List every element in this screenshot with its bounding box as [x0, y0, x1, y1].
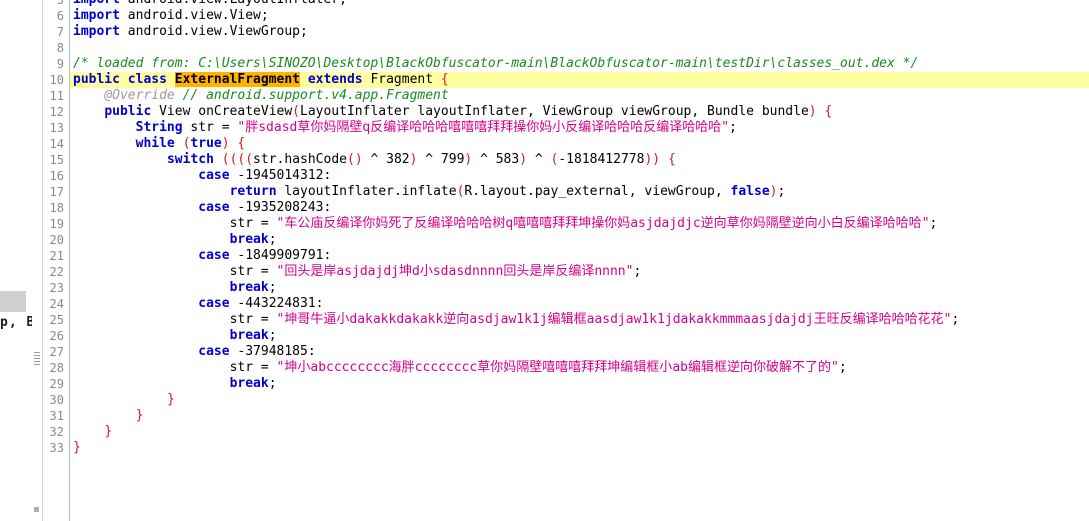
line-number: 6	[56, 9, 64, 23]
line-number: 21	[49, 249, 64, 263]
code-line[interactable]: case -37948185:	[70, 344, 1089, 360]
code-line[interactable]: String str = "胖sdasd草你妈隔壁q反编译哈哈哈嘻嘻嘻拜拜操你妈…	[70, 120, 1089, 136]
code-line[interactable]: str = "回头是岸asjdajdj坤d小sdasdnnnn回头是岸反编译nn…	[70, 264, 1089, 280]
code-line[interactable]: case -1849909791:	[70, 248, 1089, 264]
code-line[interactable]: break;	[70, 376, 1089, 392]
line-number: 14	[49, 137, 64, 151]
code-line[interactable]: import android.view.View;	[70, 8, 1089, 24]
code-line[interactable]: }	[70, 424, 1089, 440]
line-number: 26	[49, 329, 64, 343]
editor-fold-strip[interactable]	[32, 0, 43, 521]
line-number: 16	[49, 169, 64, 183]
popup-gray-swatch	[0, 291, 26, 312]
line-number: 8	[56, 41, 64, 55]
line-number: 11	[49, 89, 64, 103]
code-line[interactable]: case -1945014312:	[70, 168, 1089, 184]
line-number: 32	[49, 425, 64, 439]
line-number: 18	[49, 201, 64, 215]
line-number: 28	[49, 361, 64, 375]
code-line[interactable]: case -443224831:	[70, 296, 1089, 312]
line-number-gutter: 5 6 7 8 9 10 11 12 13 14 15 16 17 18 19 20 21 22 23 24 25 26 2…	[43, 0, 70, 521]
code-line[interactable]: }	[70, 392, 1089, 408]
popup-truncated-text: p, B	[0, 315, 32, 330]
fold-handle-icon[interactable]	[34, 352, 40, 366]
line-number: 19	[49, 217, 64, 231]
line-number: 31	[49, 409, 64, 423]
line-number: 29	[49, 377, 64, 391]
line-number: 30	[49, 393, 64, 407]
code-content-area[interactable]: import android.view.LayoutInflater;impor…	[70, 0, 1089, 521]
line-number: 20	[49, 233, 64, 247]
line-number: 22	[49, 265, 64, 279]
code-line[interactable]: break;	[70, 280, 1089, 296]
line-number: 17	[49, 185, 64, 199]
code-line[interactable]: return layoutInflater.inflate(R.layout.p…	[70, 184, 1089, 200]
code-line[interactable]: public class ExternalFragment extends Fr…	[70, 72, 1089, 88]
fold-end-marker-icon[interactable]	[34, 507, 39, 512]
line-number: 13	[49, 121, 64, 135]
line-number: 12	[49, 105, 64, 119]
code-line[interactable]: str = "车公庙反编译你妈死了反编译哈哈哈树q嘻嘻嘻拜拜坤操你妈asjdaj…	[70, 216, 1089, 232]
code-editor-window: p, B 5 6 7 8 9 10 11 12 13 14 15 16 17 18 19 20 21 22 23 24…	[0, 0, 1089, 521]
code-line[interactable]: while (true) {	[70, 136, 1089, 152]
line-number: 27	[49, 345, 64, 359]
code-line[interactable]: /* loaded from: C:\Users\SINOZO\Desktop\…	[70, 56, 1089, 72]
code-line[interactable]	[70, 40, 1089, 56]
code-line[interactable]: import android.view.ViewGroup;	[70, 24, 1089, 40]
line-number: 25	[49, 313, 64, 327]
line-number: 23	[49, 281, 64, 295]
code-line[interactable]: str = "坤小abcccccccc海胖cccccccc草你妈隔壁嘻嘻嘻拜拜坤…	[70, 360, 1089, 376]
line-number: 10	[49, 73, 64, 87]
line-number: 9	[56, 57, 64, 71]
code-line[interactable]: @Override // android.support.v4.app.Frag…	[70, 88, 1089, 104]
code-line[interactable]: case -1935208243:	[70, 200, 1089, 216]
line-number: 5	[56, 0, 64, 7]
code-line[interactable]: }	[70, 408, 1089, 424]
code-line[interactable]: }	[70, 440, 1089, 456]
line-number: 24	[49, 297, 64, 311]
code-line[interactable]: import android.view.LayoutInflater;	[70, 0, 1089, 8]
line-number: 15	[49, 153, 64, 167]
code-line[interactable]: break;	[70, 328, 1089, 344]
code-line[interactable]: switch ((((str.hashCode() ^ 382) ^ 799) …	[70, 152, 1089, 168]
code-line[interactable]: str = "坤哥牛逼小dakakkdakakk逆向asdjaw1k1j编辑框a…	[70, 312, 1089, 328]
code-line[interactable]: public View onCreateView(LayoutInflater …	[70, 104, 1089, 120]
code-line[interactable]: break;	[70, 232, 1089, 248]
line-number: 33	[49, 441, 64, 455]
line-number: 7	[56, 25, 64, 39]
left-edge-popup-panel[interactable]: p, B	[0, 0, 32, 521]
